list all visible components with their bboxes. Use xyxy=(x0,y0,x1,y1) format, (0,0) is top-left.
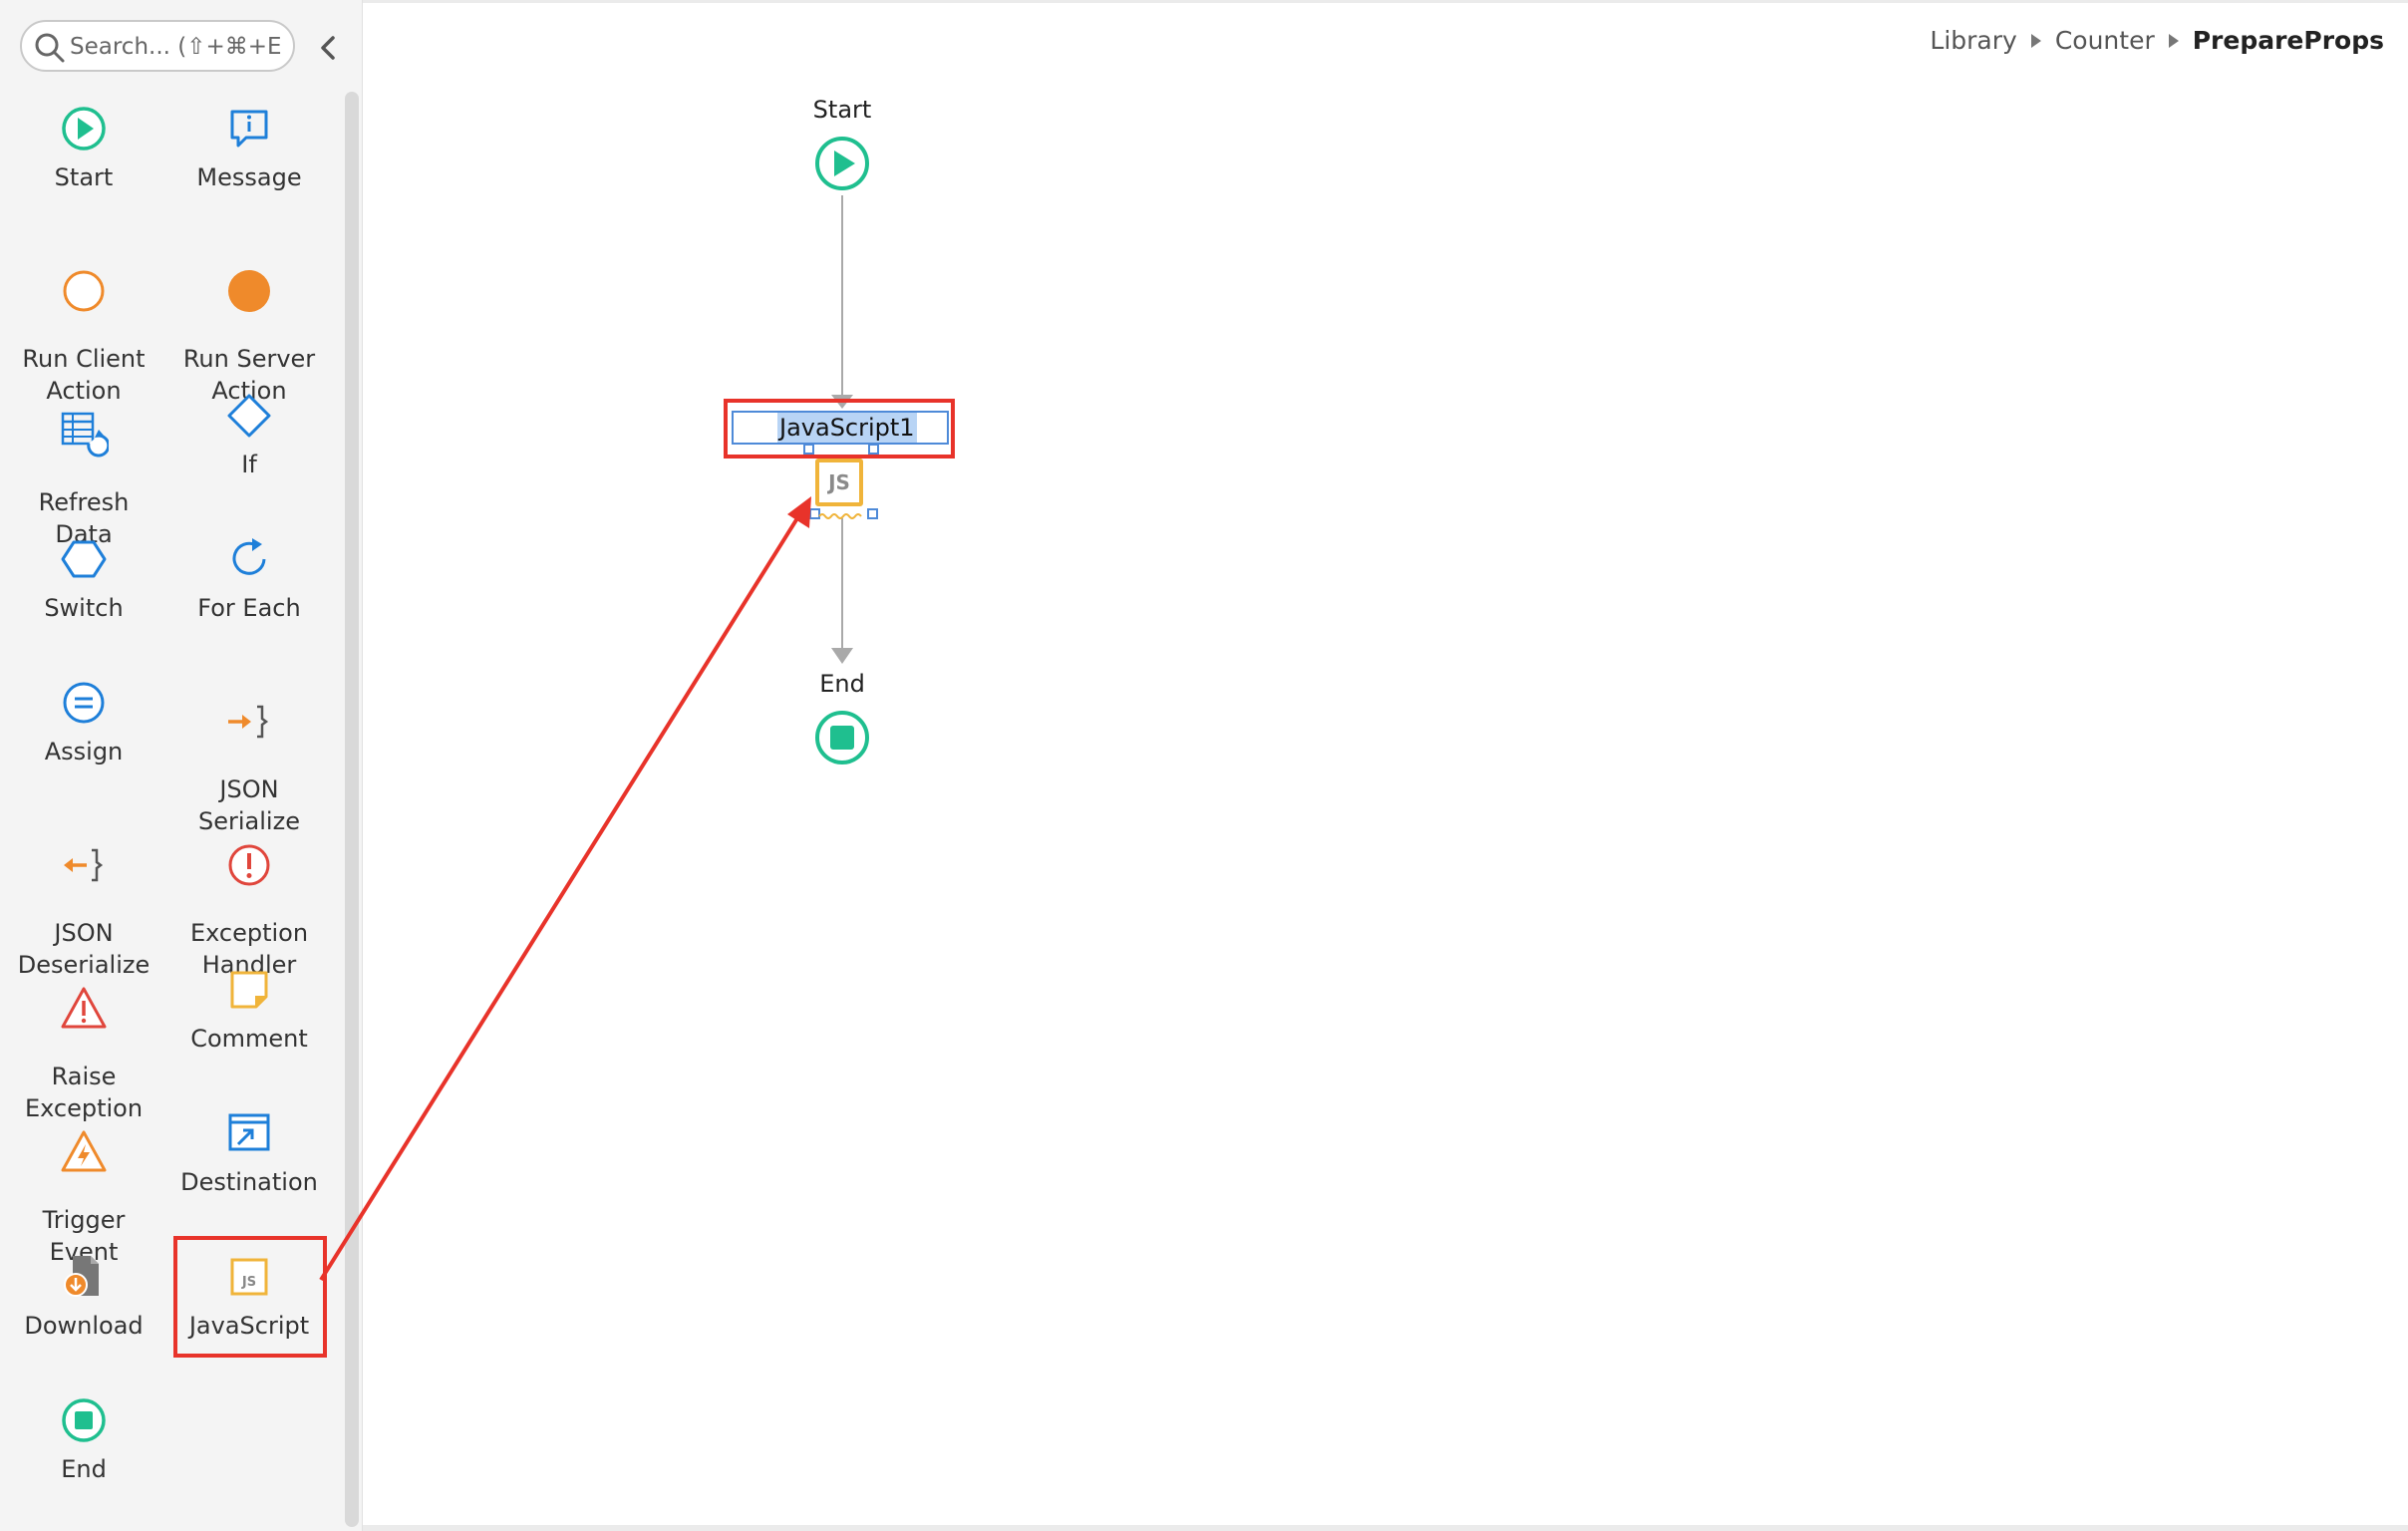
end-node-square xyxy=(830,726,854,750)
tool-if[interactable]: If xyxy=(165,391,333,480)
annotation-arrowhead xyxy=(787,496,811,528)
breadcrumb-current: PrepareProps xyxy=(2192,26,2384,55)
trigger-event-icon xyxy=(61,1130,107,1172)
tool-label: For Each xyxy=(197,594,301,622)
breadcrumb-counter[interactable]: Counter xyxy=(2055,26,2155,55)
chevron-right-icon xyxy=(2168,33,2179,48)
javascript-node[interactable]: JS xyxy=(815,459,863,506)
js-node-title-text[interactable]: JavaScript1 xyxy=(777,413,917,443)
run-server-action-icon xyxy=(228,270,270,312)
breadcrumb: Library Counter PrepareProps xyxy=(1930,26,2384,55)
chevron-right-icon xyxy=(2030,33,2041,48)
search-input[interactable] xyxy=(70,30,289,64)
collapse-panel-icon[interactable] xyxy=(311,30,345,66)
for-each-icon xyxy=(232,538,266,575)
start-node-label: Start xyxy=(812,96,872,124)
raise-exception-icon xyxy=(61,987,107,1029)
js-badge: JS xyxy=(828,470,850,494)
canvas-top-border xyxy=(363,0,2408,3)
canvas-bottom-border xyxy=(363,1525,2408,1531)
start-icon xyxy=(62,107,106,151)
json-serialize-icon xyxy=(228,705,269,739)
end-icon xyxy=(62,1398,106,1442)
tool-label: If xyxy=(241,451,257,478)
annotation-arrow xyxy=(319,516,799,1282)
tool-label: Download xyxy=(24,1312,144,1340)
javascript-tool-highlight xyxy=(173,1236,327,1358)
comment-icon xyxy=(230,971,268,1009)
tool-label: Assign xyxy=(44,738,124,766)
assign-icon xyxy=(63,682,105,724)
tool-start[interactable]: Start xyxy=(0,104,167,193)
breadcrumb-library[interactable]: Library xyxy=(1930,26,2016,55)
tool-end[interactable]: End xyxy=(0,1395,167,1485)
start-node-icon[interactable] xyxy=(815,137,869,190)
message-icon xyxy=(230,110,268,148)
selection-handle[interactable] xyxy=(809,508,820,519)
start-node-play xyxy=(834,151,855,176)
download-icon xyxy=(64,1256,99,1297)
tool-for-each[interactable]: For Each xyxy=(165,534,333,624)
destination-icon xyxy=(228,1113,270,1151)
tool-label: Start xyxy=(54,163,114,191)
run-client-action-icon xyxy=(63,270,105,312)
search-icon xyxy=(35,33,65,63)
error-squiggle xyxy=(818,513,862,519)
end-node-icon[interactable] xyxy=(815,711,869,765)
connector-arrowhead xyxy=(831,648,853,664)
switch-icon xyxy=(61,540,107,578)
refresh-data-icon xyxy=(61,412,109,458)
tool-download[interactable]: Download xyxy=(0,1252,167,1342)
tool-switch[interactable]: Switch xyxy=(0,534,167,624)
tool-comment[interactable]: Comment xyxy=(165,965,333,1055)
tool-label: Comment xyxy=(190,1025,308,1053)
toolbox-scrollbar[interactable] xyxy=(345,92,359,1527)
exception-handler-icon xyxy=(228,844,270,886)
if-icon xyxy=(227,394,271,438)
tool-destination[interactable]: Destination xyxy=(165,1108,333,1198)
selection-handle[interactable] xyxy=(867,508,878,519)
end-node-label: End xyxy=(819,670,865,698)
tool-label: Message xyxy=(196,163,302,191)
tool-label: End xyxy=(61,1455,107,1483)
tool-label: Destination xyxy=(180,1168,318,1196)
tool-assign[interactable]: Assign xyxy=(0,678,167,767)
toolbox-panel: Start Message Run Client Action Run Serv… xyxy=(0,0,363,1531)
search-box[interactable] xyxy=(20,20,295,72)
json-deserialize-icon xyxy=(64,848,104,882)
app-window: Start Message Run Client Action Run Serv… xyxy=(0,0,2408,1531)
tool-label: Switch xyxy=(44,594,124,622)
tool-message[interactable]: Message xyxy=(165,104,333,193)
